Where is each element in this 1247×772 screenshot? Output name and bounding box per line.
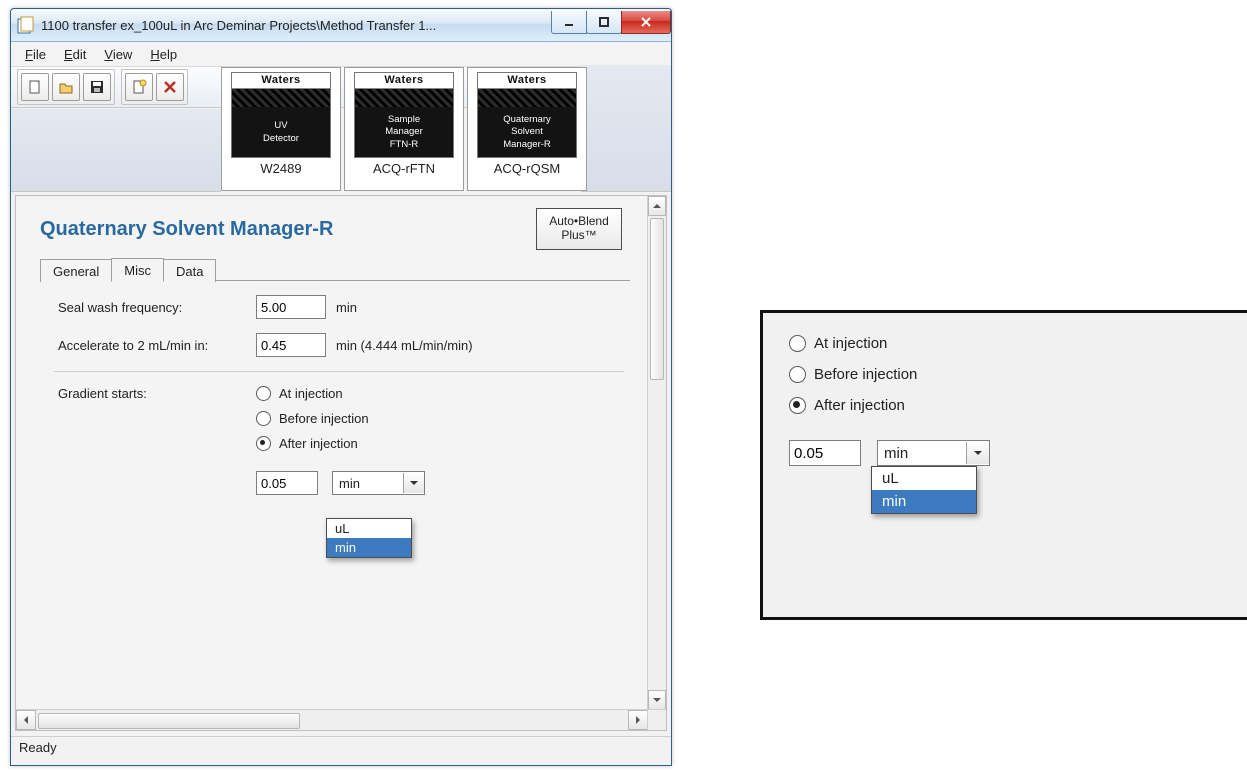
status-text: Ready [19,740,57,755]
menu-file-text: ile [33,47,46,62]
close-button[interactable] [621,11,671,34]
scroll-up-button[interactable] [648,196,666,216]
autoblend-plus-button[interactable]: Auto•Blend Plus™ [536,208,622,250]
delete-button[interactable] [156,73,184,101]
tab-data[interactable]: Data [163,259,216,282]
gradient-delay-unit-combo[interactable]: min [332,471,425,495]
module-acq-rftn[interactable]: Waters SampleManagerFTN-R ACQ-rFTN [344,67,464,191]
radio-before-injection[interactable]: Before injection [256,411,425,426]
menu-edit[interactable]: Edit [56,44,94,65]
inset-panel: At injection Before injection After inje… [760,310,1247,620]
scrollbar-corner [647,709,666,730]
scroll-right-button[interactable] [628,710,648,730]
hscroll-thumb[interactable] [38,713,300,729]
module-label: ACQ-rQSM [494,161,560,176]
vscroll-thumb[interactable] [650,218,664,380]
radio-icon [256,436,271,451]
inset-delay-unit-dropdown[interactable]: uL min [871,466,977,514]
vertical-scrollbar[interactable] [647,196,666,710]
module-brand: Waters [478,73,576,89]
inset-delay-unit-combo[interactable]: min [877,440,990,466]
module-w2489[interactable]: Waters UVDetector W2489 [221,67,341,191]
seal-wash-label: Seal wash frequency: [58,300,256,315]
new-method-button[interactable] [125,73,153,101]
inset-option-min[interactable]: min [872,490,976,513]
menu-view[interactable]: View [96,44,140,65]
radio-icon [256,386,271,401]
module-strip: Waters UVDetector W2489 Waters SampleMan… [221,67,587,191]
radio-icon [789,397,806,414]
menubar: File Edit View Help [11,42,671,67]
module-acq-rqsm[interactable]: Waters QuaternarySolventManager-R ACQ-rQ… [467,67,587,191]
new-button[interactable] [21,73,49,101]
chevron-down-icon [966,442,989,464]
gradient-delay-unit-dropdown[interactable]: uL min [326,518,412,558]
app-window: 1100 transfer ex_100uL in Arc Deminar Pr… [10,8,672,766]
horizontal-scrollbar[interactable] [16,709,648,730]
tab-general[interactable]: General [40,259,112,282]
radio-icon [789,366,806,383]
module-strip-left [11,109,221,192]
accelerate-label: Accelerate to 2 mL/min in: [58,338,256,353]
save-button[interactable] [83,73,111,101]
titlebar[interactable]: 1100 transfer ex_100uL in Arc Deminar Pr… [11,9,671,42]
inset-option-ul[interactable]: uL [872,467,976,490]
inset-radio-at-injection[interactable]: At injection [789,335,1247,352]
gradient-starts-label: Gradient starts: [58,386,256,401]
statusbar: Ready [11,736,671,765]
module-strip-right [581,65,671,192]
menu-help[interactable]: Help [142,44,185,65]
client-area: Auto•Blend Plus™ Quaternary Solvent Mana… [15,195,667,731]
window-title: 1100 transfer ex_100uL in Arc Deminar Pr… [41,18,436,33]
app-icon [17,16,35,34]
minimize-button[interactable] [551,11,587,34]
inset-delay-input[interactable] [789,440,861,466]
menu-view-text: iew [113,47,133,62]
radio-icon [256,411,271,426]
seal-wash-input[interactable] [256,295,326,319]
module-brand: Waters [355,73,453,89]
dropdown-option-ul[interactable]: uL [327,519,411,538]
menu-help-text: elp [160,47,177,62]
menu-file[interactable]: File [17,44,54,65]
seal-wash-unit: min [336,300,357,315]
scroll-down-button[interactable] [648,690,666,710]
menu-edit-text: dit [73,47,87,62]
dropdown-option-min[interactable]: min [327,538,411,557]
inset-radio-before-injection[interactable]: Before injection [789,366,1247,383]
accelerate-unit: min (4.444 mL/min/min) [336,338,473,353]
maximize-button[interactable] [586,11,622,34]
tab-misc[interactable]: Misc [111,258,164,282]
chevron-down-icon [403,473,424,493]
inset-radio-after-injection[interactable]: After injection [789,397,1247,414]
gradient-delay-input[interactable] [256,471,318,495]
module-label: ACQ-rFTN [373,161,435,176]
module-brand: Waters [232,73,330,89]
radio-at-injection[interactable]: At injection [256,386,425,401]
radio-after-injection[interactable]: After injection [256,436,425,451]
scroll-left-button[interactable] [16,710,36,730]
radio-icon [789,335,806,352]
accelerate-input[interactable] [256,333,326,357]
open-button[interactable] [52,73,80,101]
module-label: W2489 [260,161,301,176]
